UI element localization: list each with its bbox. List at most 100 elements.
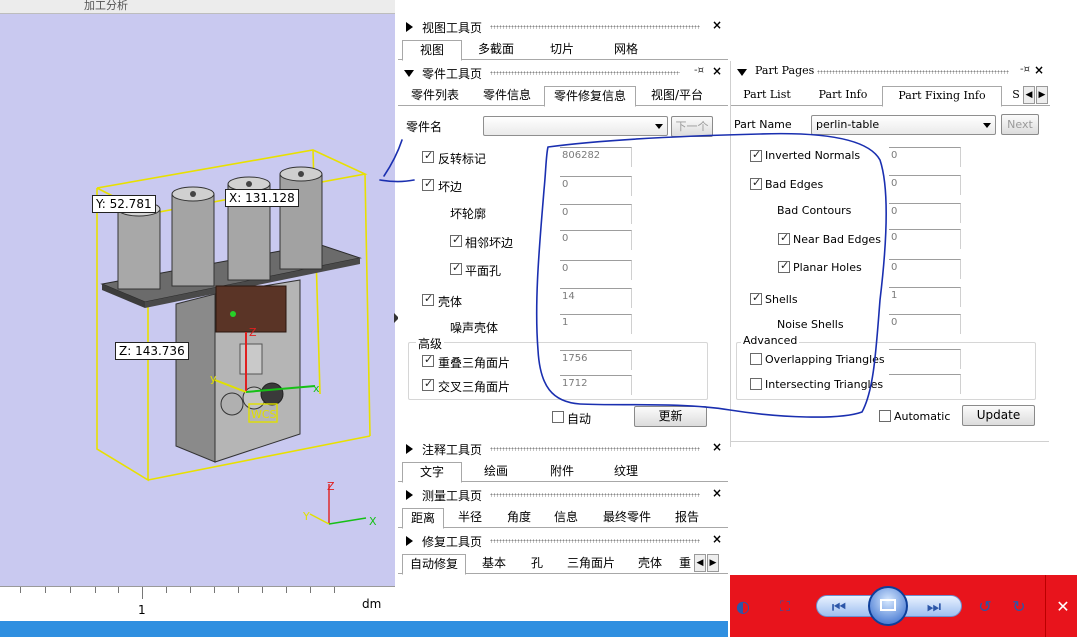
tab-part-fixing-info-en[interactable]: Part Fixing Info — [882, 86, 1002, 107]
pin-icon[interactable]: -¤ — [1020, 64, 1030, 75]
tab-slice[interactable]: 切片 — [534, 40, 590, 60]
intersecting-triangles-checkbox[interactable] — [422, 377, 434, 391]
tab-scroll-right-icon[interactable]: ▶ — [707, 554, 719, 572]
planar-holes-checkbox[interactable] — [450, 261, 462, 275]
tab-part-list[interactable]: 零件列表 — [402, 86, 468, 106]
rotate-left-icon[interactable]: ↺ — [974, 596, 996, 618]
english-part-pages: Part Pages -¤ × Part List Part Info Part… — [730, 61, 1050, 447]
near-bad-edges-label-en: Near Bad Edges — [793, 233, 881, 246]
tab-truncated[interactable]: 重 — [678, 554, 692, 574]
auto-checkbox[interactable] — [552, 411, 564, 423]
tab-view-platform[interactable]: 视图/平台 — [642, 86, 712, 106]
repair-toolpage-header[interactable]: 修复工具页 × — [398, 531, 728, 551]
tab-scroll-right-icon[interactable]: ▶ — [1036, 86, 1048, 104]
close-icon[interactable]: × — [712, 18, 722, 32]
media-player-bar: ◐ ⛶ ⏮ ⏭ ↺ ↻ ✕ — [730, 575, 1077, 637]
3d-scene[interactable]: Z y x WCS Z Y X — [0, 14, 395, 586]
fullscreen-icon[interactable]: ⛶ — [774, 596, 796, 618]
expand-arrow-icon[interactable] — [404, 70, 414, 77]
overlapping-triangles-checkbox-en[interactable] — [750, 353, 762, 365]
tab-distance[interactable]: 距离 — [402, 508, 444, 529]
close-icon[interactable]: × — [712, 532, 722, 546]
collapse-arrow-icon[interactable] — [406, 536, 413, 546]
intersecting-triangles-checkbox-en[interactable] — [750, 378, 762, 390]
inverted-normals-checkbox[interactable] — [422, 149, 434, 163]
tab-multi-section[interactable]: 多截面 — [470, 40, 522, 60]
tab-text[interactable]: 文字 — [402, 462, 462, 483]
tab-part-fixing-info[interactable]: 零件修复信息 — [544, 86, 636, 107]
rotate-right-icon[interactable]: ↻ — [1008, 596, 1030, 618]
collapse-arrow-icon[interactable] — [406, 22, 413, 32]
delete-icon[interactable]: ✕ — [1052, 596, 1074, 618]
tab-texture[interactable]: 纹理 — [598, 462, 654, 482]
bad-edges-checkbox-en[interactable] — [750, 176, 762, 190]
near-bad-edges-checkbox[interactable] — [450, 233, 462, 247]
slideshow-button[interactable] — [868, 586, 908, 626]
part-pages-header[interactable]: Part Pages -¤ × — [731, 62, 1050, 82]
shells-value-en: 1 — [889, 287, 961, 307]
annotation-toolpage-header[interactable]: 注释工具页 × — [398, 439, 728, 459]
pin-icon[interactable]: -¤ — [694, 65, 704, 76]
tab-triangles[interactable]: 三角面片 — [560, 554, 622, 574]
next-button[interactable]: 下一个 — [671, 116, 713, 137]
update-button[interactable]: 更新 — [634, 406, 707, 427]
overlapping-triangles-checkbox[interactable] — [422, 353, 434, 367]
tab-report[interactable]: 报告 — [666, 508, 708, 528]
tab-scroll-left-icon[interactable]: ◀ — [1023, 86, 1035, 104]
noise-shells-value: 1 — [560, 314, 632, 334]
tab-holes[interactable]: 孔 — [522, 554, 552, 574]
play-options-icon[interactable]: ◐ — [732, 596, 754, 618]
tab-basic[interactable]: 基本 — [474, 554, 514, 574]
part-name-label-en: Part Name — [734, 118, 792, 131]
tab-auto-repair[interactable]: 自动修复 — [402, 554, 466, 575]
noise-shells-label-en: Noise Shells — [777, 318, 844, 331]
tab-part-info-en[interactable]: Part Info — [809, 86, 877, 106]
tab-mesh[interactable]: 网格 — [598, 40, 654, 60]
3d-viewport[interactable]: Z y x WCS Z Y X Y: 52.781 X: 131.128 Z: … — [0, 14, 395, 586]
planar-holes-checkbox-en[interactable] — [778, 259, 790, 273]
close-icon[interactable]: × — [712, 440, 722, 454]
near-bad-edges-checkbox-en[interactable] — [778, 231, 790, 245]
tab-attachment[interactable]: 附件 — [534, 462, 590, 482]
tab-angle[interactable]: 角度 — [498, 508, 540, 528]
part-toolpage-header[interactable]: 零件工具页 -¤ × — [398, 63, 728, 83]
chevron-down-icon — [655, 124, 663, 129]
overlapping-triangles-label: 重叠三角面片 — [438, 356, 511, 370]
bad-contours-value: 0 — [560, 204, 632, 224]
update-button-en[interactable]: Update — [962, 405, 1035, 426]
tab-final-part[interactable]: 最终零件 — [596, 508, 658, 528]
tab-view[interactable]: 视图 — [402, 40, 462, 61]
close-icon[interactable]: × — [712, 486, 722, 500]
tab-truncated-en[interactable]: S — [1011, 86, 1021, 106]
tab-info[interactable]: 信息 — [546, 508, 586, 528]
measure-toolpage-header[interactable]: 测量工具页 × — [398, 485, 728, 505]
view-triad — [309, 484, 367, 525]
close-icon[interactable]: × — [712, 64, 722, 78]
automatic-checkbox-en[interactable] — [879, 410, 891, 422]
view-toolpage-header[interactable]: 视图工具页 × — [398, 17, 728, 37]
part-name-select[interactable] — [483, 116, 668, 136]
bad-edges-checkbox[interactable] — [422, 177, 434, 191]
expand-arrow-icon[interactable] — [737, 69, 747, 76]
close-icon[interactable]: × — [1034, 63, 1044, 77]
part-name-select-en[interactable]: perlin-table — [811, 115, 996, 135]
tab-radius[interactable]: 半径 — [450, 508, 490, 528]
overlapping-triangles-value-en — [889, 349, 961, 369]
collapse-arrow-icon[interactable] — [406, 444, 413, 454]
tab-scroll-left-icon[interactable]: ◀ — [694, 554, 706, 572]
inverted-normals-checkbox-en[interactable] — [750, 148, 762, 162]
previous-icon[interactable]: ⏮ — [828, 596, 850, 618]
collapsed-header-edge — [731, 441, 1049, 447]
next-button-en[interactable]: Next — [1001, 114, 1039, 135]
next-icon[interactable]: ⏭ — [923, 596, 945, 618]
z-coordinate-label: Z: 143.736 — [115, 342, 189, 360]
part-name-value: perlin-table — [816, 118, 880, 131]
tab-draw[interactable]: 绘画 — [470, 462, 522, 482]
advanced-label-en: Advanced — [741, 334, 800, 347]
tab-part-info[interactable]: 零件信息 — [474, 86, 540, 106]
shells-checkbox[interactable] — [422, 292, 434, 306]
tab-part-list-en[interactable]: Part List — [733, 86, 801, 106]
tab-shells[interactable]: 壳体 — [630, 554, 670, 574]
shells-checkbox-en[interactable] — [750, 291, 762, 305]
collapse-arrow-icon[interactable] — [406, 490, 413, 500]
